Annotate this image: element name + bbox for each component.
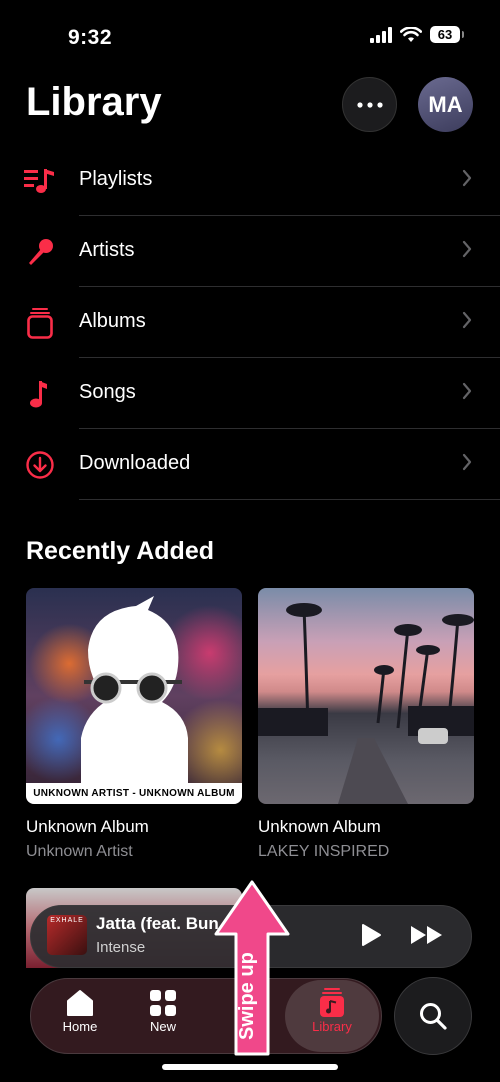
swipe-up-label: Swipe up [236,952,258,1040]
library-list: Playlists Artists Albums Songs Downloade… [0,145,500,500]
download-icon [24,449,56,481]
library-item-downloaded[interactable]: Downloaded [0,429,500,500]
status-indicators: 63 [370,26,464,43]
home-indicator[interactable] [162,1064,338,1070]
album-card[interactable]: UNKNOWN ARTIST - UNKNOWN ALBUM Unknown A… [26,588,242,861]
divider [79,499,500,500]
section-title: Recently Added [26,537,215,565]
library-icon [296,987,368,1019]
more-options-button[interactable] [342,77,397,132]
album-card[interactable]: Unknown Album LAKEY INSPIRED [258,588,474,861]
now-playing-art-text: EXHALE [50,917,84,924]
chevron-right-icon [462,169,472,187]
album-art-caption: UNKNOWN ARTIST - UNKNOWN ALBUM [26,783,242,804]
tab-new[interactable]: New [127,987,199,1034]
search-button[interactable] [394,977,472,1055]
home-icon [44,987,116,1019]
album-art [258,588,474,804]
now-playing-title: Jatta (feat. Bun [96,914,219,933]
tab-label: New [149,1019,176,1034]
ellipsis-icon [356,101,383,108]
page-title: Library [26,80,162,124]
grid-icon [127,987,199,1019]
library-item-artists[interactable]: Artists [0,216,500,287]
library-item-label: Albums [79,310,146,332]
album-artist: Unknown Artist [26,843,133,860]
playlists-icon [24,165,56,197]
library-item-label: Playlists [79,168,153,190]
albums-icon [24,307,56,339]
library-item-songs[interactable]: Songs [0,358,500,429]
library-item-playlists[interactable]: Playlists [0,145,500,216]
music-note-icon [24,378,56,410]
battery-indicator: 63 [430,26,464,43]
palm-trees-illustration [258,603,474,804]
play-icon[interactable] [360,923,382,947]
now-playing-art: EXHALE [47,915,87,955]
status-time: 9:32 [68,26,113,49]
album-name: Unknown Album [258,817,381,836]
chevron-right-icon [462,311,472,329]
microphone-icon [24,236,56,268]
chevron-right-icon [462,382,472,400]
album-art: UNKNOWN ARTIST - UNKNOWN ALBUM [26,588,242,804]
library-item-label: Downloaded [79,452,191,474]
unknown-artist-silhouette [81,596,188,783]
now-playing-artist: Intense [96,939,146,956]
library-item-label: Artists [79,239,135,261]
album-name: Unknown Album [26,817,149,836]
search-icon [420,1003,447,1030]
account-avatar[interactable]: MA [418,77,473,132]
library-item-label: Songs [79,381,136,403]
chevron-right-icon [462,240,472,258]
album-artist: LAKEY INSPIRED [258,843,390,860]
tab-label: Home [62,1019,98,1034]
library-item-albums[interactable]: Albums [0,287,500,358]
fast-forward-icon[interactable] [410,925,444,945]
tab-home[interactable]: Home [44,987,116,1034]
tab-label: Library [312,1019,352,1034]
tab-library[interactable]: Library [296,987,368,1034]
cellular-signal-icon [370,26,392,43]
wifi-icon [400,26,422,42]
chevron-right-icon [462,453,472,471]
